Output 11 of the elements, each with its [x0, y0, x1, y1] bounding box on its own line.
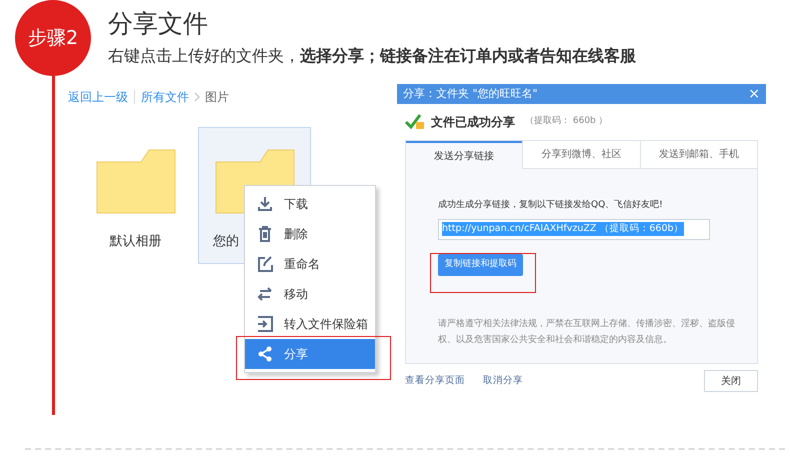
- step-title: 分享文件: [108, 8, 209, 40]
- breadcrumb-current: 图片: [205, 89, 229, 106]
- folder-name: 您的: [213, 233, 239, 251]
- step-badge: 步骤2: [15, 0, 91, 76]
- share-message: 成功生成分享链接，复制以下链接发给QQ、飞信好友吧!: [438, 199, 664, 212]
- folder-name: 默认相册: [110, 233, 162, 251]
- step-instruction: 右键点击上传好的文件夹，选择分享；链接备注在订单内或者告知在线客服: [108, 45, 636, 67]
- dialog-title: 分享：文件夹 "您的旺旺名": [403, 86, 538, 102]
- extraction-code: （提取码： 660b ）: [525, 115, 608, 128]
- legal-notice: 请严格遵守相关法律法规，严禁在互联网上存储、传播涉密、淫秽、盗版侵权、以及危害国家公共安全和社会和谐稳定的内容及信息。: [438, 318, 736, 346]
- share-status: 文件已成功分享: [431, 114, 515, 131]
